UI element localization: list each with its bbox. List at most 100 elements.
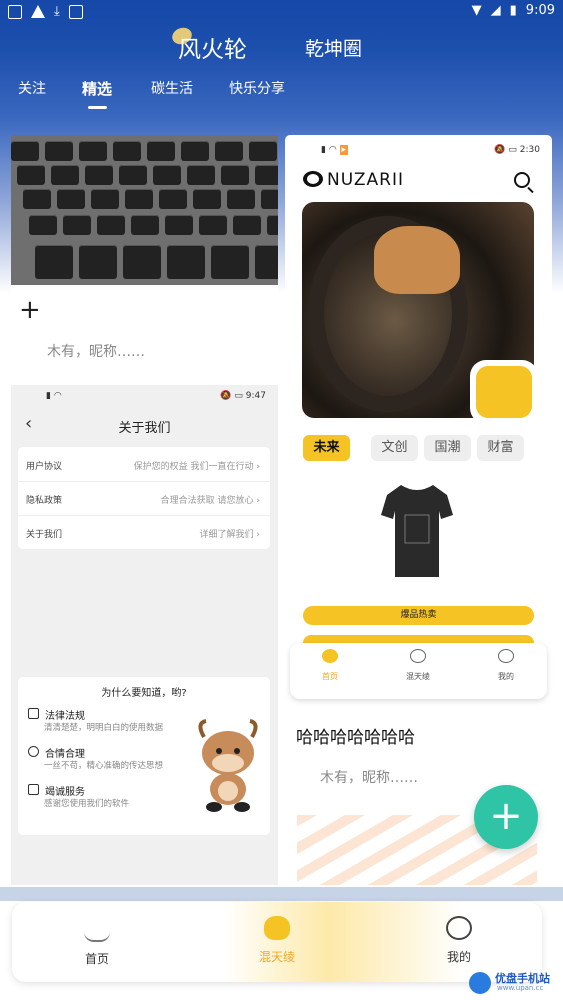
keyboard-key xyxy=(11,141,39,161)
keyboard-key xyxy=(167,245,205,279)
app-header: 风火轮 乾坤圈 xyxy=(0,25,563,68)
bear-icon xyxy=(264,916,290,940)
download-icon: ⤓ xyxy=(54,4,60,19)
keyboard-key xyxy=(165,215,193,235)
inner-nav-home: 首页 xyxy=(300,649,360,682)
keyboard-key xyxy=(193,189,221,209)
nav-mine[interactable]: 我的 xyxy=(419,916,499,965)
bottom-navigation: 首页 混天绫 我的 xyxy=(12,902,542,982)
mini-status-time: 🔕 ▭ 9:47 xyxy=(220,391,266,401)
inner-nav-sash: 混天绫 xyxy=(388,649,448,682)
active-tab-indicator xyxy=(88,106,107,109)
search-icon xyxy=(514,172,530,188)
inner-nav-mine: 我的 xyxy=(476,649,536,682)
about-row-value: 保护您的权益 我们一直在行动 › xyxy=(133,462,260,472)
keyboard-key xyxy=(79,141,107,161)
lotus-icon xyxy=(84,916,110,942)
warning-icon xyxy=(31,5,45,18)
keyboard-key xyxy=(227,189,255,209)
keyboard-key xyxy=(57,189,85,209)
about-row-key: 用户协议 xyxy=(26,462,63,472)
heart-service-icon xyxy=(28,784,39,795)
inner-tab-bar: 首页 混天绫 我的 xyxy=(290,643,547,699)
keyboard-key xyxy=(159,189,187,209)
font-icon xyxy=(68,4,83,19)
keyboard-key xyxy=(255,165,278,185)
banner-strip xyxy=(303,635,534,643)
keyboard-key xyxy=(51,165,79,185)
tab-happy-share[interactable]: 快乐分享 xyxy=(229,78,285,98)
why-item-sub: 感谢您使用我们的软件 xyxy=(44,799,130,809)
nav-separator xyxy=(0,887,563,901)
why-item: 竭诚服务 感谢您使用我们的软件 xyxy=(28,783,129,809)
post-title: 哈哈哈哈哈哈哈 xyxy=(296,728,415,748)
tab-low-carbon[interactable]: 碳生活 xyxy=(151,78,193,98)
keyboard-key xyxy=(215,141,243,161)
post-card-left[interactable]: + 木有，昵称…… ▮ ◠ 🔕 ▭ 9:47 ‹ 关于我们 用户协议 保护您的权… xyxy=(11,135,278,885)
site-watermark: 优盘手机站 www.upan.cc xyxy=(469,968,559,996)
about-row-value: 合理合法获取 请您放心 › xyxy=(160,496,260,506)
keyboard-key xyxy=(113,141,141,161)
keyboard-photo xyxy=(11,135,278,285)
keyboard-key xyxy=(221,165,249,185)
app-notification-icon xyxy=(8,4,22,19)
about-screenshot: ▮ ◠ 🔕 ▭ 9:47 ‹ 关于我们 用户协议 保护您的权益 我们一直在行动 … xyxy=(11,385,278,885)
keyboard-key xyxy=(233,215,261,235)
circle-title[interactable]: 乾坤圈 xyxy=(305,34,362,61)
keyboard-key xyxy=(249,141,277,161)
nav-hunt-label: 混天绫 xyxy=(258,950,295,964)
category-tabs: 关注 精选 碳生活 快乐分享 xyxy=(0,78,563,108)
keyboard-key xyxy=(131,215,159,235)
about-list: 用户协议 保护您的权益 我们一直在行动 › 隐私政策 合理合法获取 请您放心 ›… xyxy=(18,447,270,549)
brand-title[interactable]: 风火轮 xyxy=(178,30,247,64)
mini-status-icons: ▮ ◠ ▸ xyxy=(321,145,349,155)
law-icon xyxy=(28,708,39,719)
keyboard-key xyxy=(261,189,278,209)
hot-sale-banner: 爆品热卖 xyxy=(303,606,534,625)
keyboard-key xyxy=(17,165,45,185)
nuzarii-logo: NUZARII xyxy=(303,170,404,190)
keyboard-key xyxy=(35,245,73,279)
wifi-icon: ▼ xyxy=(471,3,482,18)
why-item: 法律法规 清清楚楚，明明白白的使用数据 xyxy=(28,707,163,733)
panda-icon xyxy=(303,171,323,187)
status-bar: ⤓ ▼ ◢ ▮ 9:09 xyxy=(0,0,563,24)
about-title: 关于我们 xyxy=(118,421,171,436)
keyboard-key xyxy=(79,245,117,279)
tab-follow[interactable]: 关注 xyxy=(18,78,46,98)
keyboard-key xyxy=(187,165,215,185)
mini-status-time: 🔕 ▭ 2:30 xyxy=(494,145,540,155)
add-post-button[interactable]: + xyxy=(474,785,538,849)
keyboard-key xyxy=(181,141,209,161)
nav-home[interactable]: 首页 xyxy=(57,916,137,967)
post-card-right[interactable]: ▮ ◠ ▸ 🔕 ▭ 2:30 NUZARII 未来 文创 国潮 财富 爆品热卖 … xyxy=(285,135,552,885)
nav-home-label: 首页 xyxy=(84,952,109,966)
keyboard-key xyxy=(267,215,278,235)
keyboard-key xyxy=(85,165,113,185)
keyboard-key xyxy=(255,245,278,279)
about-row: 关于我们 详细了解我们 › xyxy=(18,515,270,549)
nav-huntianling[interactable]: 混天绫 xyxy=(237,916,317,965)
why-item-sub: 清清楚楚，明明白白的使用数据 xyxy=(44,723,164,733)
about-row: 用户协议 保护您的权益 我们一直在行动 › xyxy=(18,447,270,482)
post-nickname: 木有，昵称…… xyxy=(47,344,145,360)
keyboard-key xyxy=(119,165,147,185)
keyboard-key xyxy=(153,165,181,185)
plus-icon[interactable]: + xyxy=(19,295,41,325)
character-shape xyxy=(374,226,460,294)
keyboard-key xyxy=(97,215,125,235)
keyboard-key xyxy=(45,141,73,161)
nav-mine-label: 我的 xyxy=(446,950,471,964)
keyboard-key xyxy=(29,215,57,235)
tshirt-product-image xyxy=(381,485,453,577)
why-title: 为什么要知道，哟? xyxy=(101,688,187,699)
chip-culture: 文创 xyxy=(371,435,418,461)
about-row: 隐私政策 合理合法获取 请您放心 › xyxy=(18,481,270,516)
keyboard-key xyxy=(63,215,91,235)
smile-icon xyxy=(446,916,472,940)
status-time: 9:09 xyxy=(525,3,555,18)
usb-logo-icon xyxy=(469,972,491,994)
tab-featured[interactable]: 精选 xyxy=(82,78,112,99)
keyboard-key xyxy=(125,189,153,209)
why-item-sub: 一丝不苟，精心准确的传达思想 xyxy=(44,761,164,771)
